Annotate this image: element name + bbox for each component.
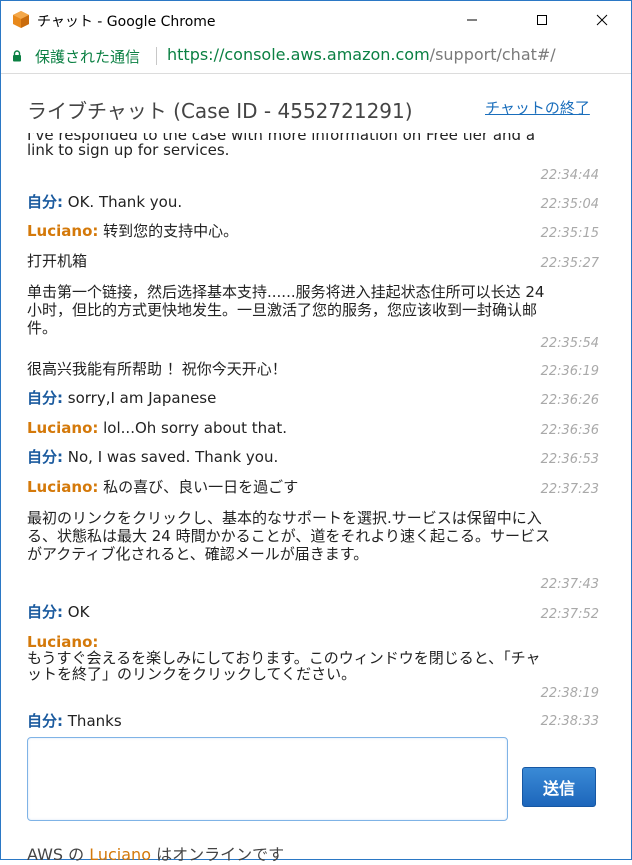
send-button[interactable]: 送信 <box>522 767 596 807</box>
message-timestamp: 22:35:54 <box>540 336 599 351</box>
chat-message: Luciano: もうすぐ会えるを楽しみにしております。このウィンドウを閉じると、… <box>27 634 607 701</box>
chat-message: 单击第一个链接，然后选择基本支持......服务将进入挂起状态住所可以长达 24… <box>27 283 607 351</box>
message-text: 打开机箱 <box>27 252 88 270</box>
close-button[interactable] <box>579 1 625 39</box>
minimize-button[interactable] <box>449 1 495 39</box>
message-text: I've responded to the case with more inf… <box>27 133 536 159</box>
chat-message: 自分: OK 22:37:52 <box>27 605 607 623</box>
message-sender: 自分: <box>27 603 63 621</box>
chat-log[interactable]: I've responded to the case with more inf… <box>1 133 617 729</box>
message-sender: Luciano: <box>27 419 99 437</box>
status-suffix: はオンラインです <box>150 845 285 864</box>
message-line: 自分: sorry,I am Japanese <box>27 391 552 406</box>
chat-message: I've responded to the case with more inf… <box>27 133 607 183</box>
message-text: OK. Thank you. <box>63 193 183 211</box>
chat-message: 最初のリンクをクリックし、基本的なサポートを選択.サービスは保留中に入る、状態私… <box>27 509 607 592</box>
message-timestamp: 22:34:44 <box>540 168 599 183</box>
message-line: Luciano: lol...Oh sorry about that. <box>27 421 552 436</box>
url-host: https://console.aws.amazon.com <box>167 45 430 64</box>
lock-icon <box>13 50 21 62</box>
message-text: 很高兴我能有所帮助 ！祝你今天开心！ <box>27 360 287 378</box>
message-line: 自分: OK <box>27 605 552 620</box>
browser-window: チャット - Google Chrome 保護された通信 https://con… <box>0 0 632 864</box>
message-line: Luciano: 转到您的支持中心。 <box>27 224 552 239</box>
agent-status: AWS の Luciano はオンラインです <box>27 841 284 865</box>
message-sender: Luciano: <box>27 478 99 496</box>
message-sender: Luciano: <box>27 633 99 651</box>
chat-message: Luciano: lol...Oh sorry about that. 22:3… <box>27 421 607 439</box>
chat-message: Luciano: 私の喜び、良い一日を過ごす 22:37:23 <box>27 480 607 498</box>
message-timestamp: 22:35:04 <box>540 197 599 212</box>
chat-message: Luciano: 转到您的支持中心。 22:35:15 <box>27 224 607 242</box>
message-text: Thanks <box>63 712 122 729</box>
secure-connection-label[interactable]: 保護された通信 <box>35 46 140 67</box>
message-text: 最初のリンクをクリックし、基本的なサポートを選択.サービスは保留中に入る、状態私… <box>27 509 551 563</box>
chat-title: ライブチャット (Case ID - 4552721291) <box>27 99 413 123</box>
address-bar[interactable]: 保護された通信 https://console.aws.amazon.com/s… <box>1 39 631 74</box>
message-timestamp: 22:38:19 <box>540 686 599 701</box>
end-chat-link[interactable]: チャットの終了 <box>485 97 590 118</box>
message-text: 转到您的支持中心。 <box>98 222 239 240</box>
chat-message: 自分: sorry,I am Japanese 22:36:26 <box>27 391 607 409</box>
message-line: 自分: Thanks <box>27 714 552 729</box>
message-text: 单击第一个链接，然后选择基本支持......服务将进入挂起状态住所可以长达 24… <box>27 283 545 337</box>
message-sender: 自分: <box>27 193 63 211</box>
chat-message: 自分: OK. Thank you. 22:35:04 <box>27 195 607 213</box>
message-timestamp: 22:36:53 <box>540 452 599 467</box>
chat-message: 自分: No, I was saved. Thank you. 22:36:53 <box>27 450 607 468</box>
message-sender: Luciano: <box>27 222 99 240</box>
message-input[interactable] <box>27 737 508 821</box>
maximize-button[interactable] <box>519 1 565 39</box>
message-line: 自分: OK. Thank you. <box>27 195 552 210</box>
message-timestamp: 22:36:26 <box>540 393 599 408</box>
message-timestamp: 22:35:15 <box>540 226 599 241</box>
window-title: チャット - Google Chrome <box>37 14 216 30</box>
message-timestamp: 22:37:43 <box>540 577 599 592</box>
message-line: Luciano: もうすぐ会えるを楽しみにしております。このウィンドウを閉じると、… <box>27 634 552 682</box>
message-text: sorry,I am Japanese <box>63 389 217 407</box>
message-line: 自分: No, I was saved. Thank you. <box>27 450 552 465</box>
message-line: Luciano: 私の喜び、良い一日を過ごす <box>27 480 552 495</box>
message-timestamp: 22:36:19 <box>540 364 599 379</box>
minimize-icon <box>467 19 477 21</box>
message-text: No, I was saved. Thank you. <box>63 448 279 466</box>
status-prefix: AWS の <box>27 845 90 864</box>
chat-message: 很高兴我能有所帮助 ！祝你今天开心！ 22:36:19 <box>27 360 607 380</box>
title-bar[interactable]: チャット - Google Chrome <box>1 1 631 39</box>
aws-cube-icon <box>13 11 29 28</box>
message-sender: 自分: <box>27 448 63 466</box>
message-timestamp: 22:35:27 <box>540 256 599 271</box>
chat-scrollbar[interactable] <box>617 133 629 729</box>
url-text[interactable]: https://console.aws.amazon.com/support/c… <box>167 45 556 64</box>
message-text: 私の喜び、良い一日を過ごす <box>98 478 299 496</box>
message-timestamp: 22:37:52 <box>540 607 599 622</box>
message-text: lol...Oh sorry about that. <box>98 419 288 437</box>
message-timestamp: 22:38:33 <box>540 714 599 729</box>
message-timestamp: 22:37:23 <box>540 482 599 497</box>
close-icon <box>596 14 608 26</box>
status-agent-name: Luciano <box>89 845 151 864</box>
message-text: OK <box>63 603 90 621</box>
message-sender: 自分: <box>27 712 63 729</box>
maximize-icon <box>537 15 547 25</box>
chat-message: 自分: Thanks 22:38:33 <box>27 714 607 730</box>
message-text: もうすぐ会えるを楽しみにしております。このウィンドウを閉じると、「チャットを終了… <box>27 649 541 683</box>
chat-message: 打开机箱 22:35:27 <box>27 252 607 272</box>
url-path: /support/chat#/ <box>429 45 556 64</box>
address-divider <box>156 47 157 65</box>
message-sender: 自分: <box>27 389 63 407</box>
message-timestamp: 22:36:36 <box>540 423 599 438</box>
